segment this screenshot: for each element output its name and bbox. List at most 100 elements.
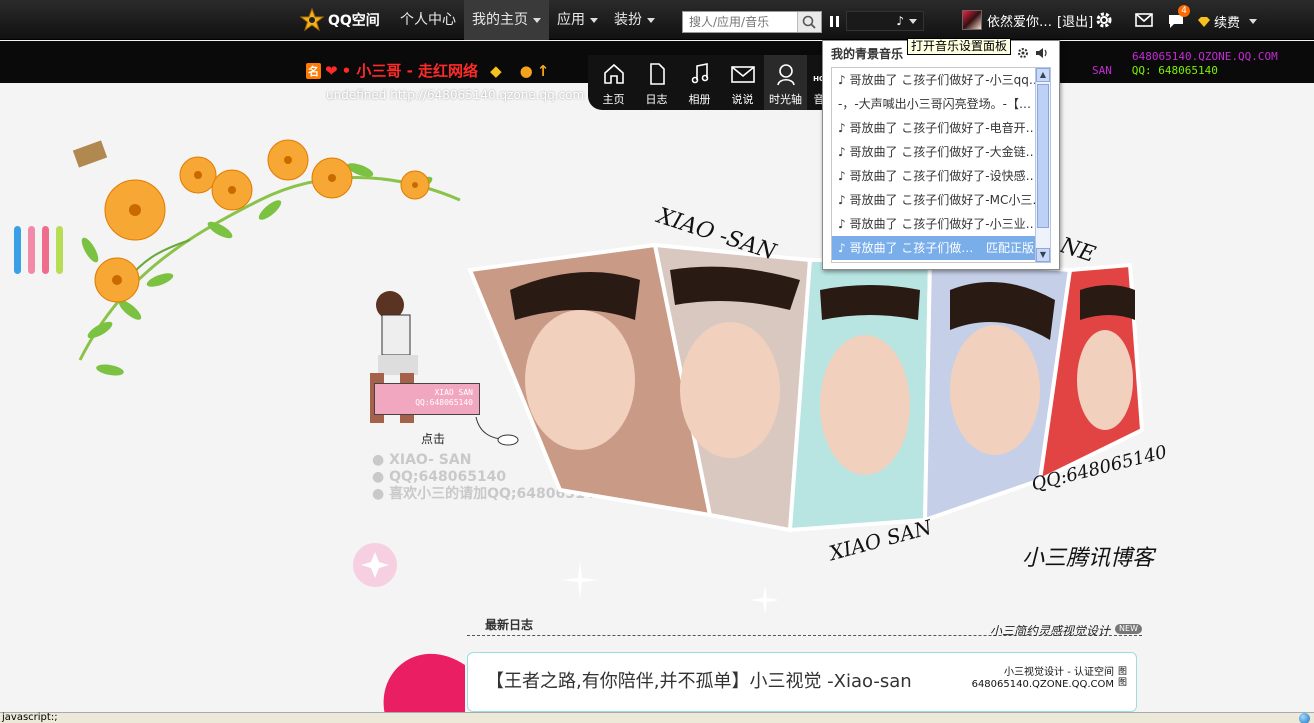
music-note-icon bbox=[691, 63, 708, 84]
space-title-text: • 小三哥 - 走红网络 bbox=[341, 62, 479, 80]
tool-icons: 4 bbox=[1096, 5, 1190, 30]
status-text: javascript:; bbox=[2, 712, 58, 723]
music-settings-tooltip: 打开音乐设置面板 bbox=[907, 38, 1012, 55]
stamp-line: 648065140.QZONE.QQ.COM bbox=[971, 679, 1114, 690]
section-album[interactable]: 相册 bbox=[678, 55, 721, 110]
name-badge: 名 bbox=[306, 62, 321, 79]
notification-badge: 4 bbox=[1178, 5, 1190, 17]
pause-icon[interactable] bbox=[828, 14, 840, 28]
match-official-link[interactable]: 匹配正版 bbox=[986, 236, 1034, 260]
latest-blog-tagline: 小三简约灵感视觉设计 bbox=[989, 624, 1110, 638]
track-scrollbar[interactable]: ▲ ▼ bbox=[1035, 67, 1051, 263]
chevron-down-icon bbox=[909, 19, 917, 24]
avatar[interactable] bbox=[962, 10, 982, 30]
qzone-logo[interactable]: QQ空间 bbox=[300, 8, 380, 32]
nav-label: 装扮 bbox=[614, 12, 642, 28]
track-item[interactable]: ♪ 哥放曲了 こ孩子们做好了-电音开… bbox=[832, 116, 1040, 140]
section-toolbar: 主页 日志 相册 说说 时光轴 HO 音 bbox=[588, 55, 831, 110]
header-domain: 648065140.QZONE.QQ.COM bbox=[1132, 50, 1278, 63]
latest-blog-title: 最新日志 bbox=[485, 618, 534, 632]
header-contact: 648065140.QZONE.QQ.COM SAN QQ: 648065140 bbox=[1062, 50, 1278, 78]
nav-apps[interactable]: 应用 bbox=[549, 0, 606, 40]
new-badge: NEW bbox=[1115, 624, 1142, 634]
space-title: 名 ❤ • 小三哥 - 走红网络 ◆ ● ↑ bbox=[306, 60, 549, 81]
search-box bbox=[682, 11, 822, 33]
header-qq: QQ: 648065140 bbox=[1131, 64, 1218, 77]
section-label: 主页 bbox=[602, 93, 625, 106]
track-item[interactable]: ♪ 哥放曲了 こ孩子们做好了-MC小三… bbox=[832, 188, 1040, 212]
nav-my-homepage[interactable]: 我的主页 bbox=[464, 0, 549, 40]
user-area: 依然爱你… [退出] bbox=[962, 10, 1093, 30]
search-button[interactable] bbox=[797, 12, 821, 32]
music-note-icon: ♪ bbox=[896, 14, 904, 28]
section-label: 相册 bbox=[688, 93, 711, 106]
chevron-down-icon bbox=[1249, 19, 1258, 24]
chevron-down-icon bbox=[590, 17, 598, 23]
scroll-thumb[interactable] bbox=[1037, 84, 1049, 228]
chevron-down-icon bbox=[533, 17, 541, 23]
track-item[interactable]: ♪ 哥放曲了 こ孩子们做好了-小三qq… bbox=[832, 68, 1040, 92]
section-blog[interactable]: 日志 bbox=[635, 55, 678, 110]
section-label: 日志 bbox=[645, 93, 668, 106]
section-label: 时光轴 bbox=[769, 93, 802, 106]
gear-icon[interactable] bbox=[1017, 47, 1029, 59]
mail-icon bbox=[730, 66, 755, 83]
section-timeline[interactable]: 时光轴 bbox=[764, 55, 807, 110]
scroll-down-icon[interactable]: ▼ bbox=[1036, 248, 1050, 262]
gear-icon[interactable] bbox=[1094, 10, 1114, 30]
music-title: 我的青景音乐 bbox=[831, 46, 904, 61]
main-nav: 个人中心 我的主页 应用 装扮 bbox=[392, 0, 663, 40]
scroll-up-icon[interactable]: ▲ bbox=[1036, 68, 1050, 82]
track-list: ♪ 哥放曲了 こ孩子们做好了-小三qq… -，-大声喊出小三哥闪亮登场。-【… … bbox=[831, 67, 1041, 263]
track-label: ♪ 哥放曲了 こ孩子们做… bbox=[838, 241, 974, 255]
chevron-down-icon bbox=[647, 17, 655, 23]
globe-icon bbox=[1299, 713, 1310, 723]
track-item[interactable]: ♪ 哥放曲了 こ孩子们做好了-设快感… bbox=[832, 164, 1040, 188]
blog-post-card[interactable]: 【王者之路,有你陪伴,并不孤单】小三视觉 -Xiao-san 小三视觉设计 - … bbox=[467, 652, 1137, 712]
heart-icon: ❤ bbox=[325, 61, 338, 80]
diamond-icon bbox=[1198, 16, 1210, 27]
renew-button[interactable]: 续费 bbox=[1198, 12, 1258, 31]
mail-icon[interactable] bbox=[1134, 10, 1154, 30]
logout-link[interactable]: [退出] bbox=[1057, 11, 1093, 30]
nav-decorate[interactable]: 装扮 bbox=[606, 0, 663, 40]
track-item-selected[interactable]: ♪ 哥放曲了 こ孩子们做… 匹配正版 bbox=[832, 236, 1040, 260]
renew-label: 续费 bbox=[1214, 16, 1241, 31]
search-input[interactable] bbox=[683, 12, 795, 32]
level-badge-icon: ● bbox=[519, 61, 533, 80]
nav-personal-center[interactable]: 个人中心 bbox=[392, 0, 464, 40]
person-icon bbox=[776, 64, 795, 86]
top-navbar: QQ空间 个人中心 我的主页 应用 装扮 ♪ 依然爱你… [退出] 4 bbox=[0, 0, 1314, 40]
music-player: ♪ bbox=[828, 11, 924, 31]
signature: 小三腾讯博客 bbox=[1022, 546, 1155, 571]
blog-stamp: 小三视觉设计 - 认证空间 648065140.QZONE.QQ.COM bbox=[972, 667, 1114, 691]
music-toggle[interactable]: ♪ bbox=[846, 11, 924, 31]
track-item[interactable]: ♪ 哥放曲了 こ孩子们做好了-小三业… bbox=[832, 212, 1040, 236]
track-item[interactable]: ♪ 哥放曲了 こ孩子们做好了-大金链… bbox=[832, 140, 1040, 164]
volume-icon[interactable] bbox=[1035, 47, 1049, 59]
stamp-line: 小三视觉设计 - 认证空间 bbox=[1004, 667, 1114, 678]
pink-sparkle-icon bbox=[353, 543, 397, 587]
star-logo-icon bbox=[300, 8, 324, 32]
sparkle-icon bbox=[560, 560, 600, 600]
search-icon bbox=[802, 15, 816, 29]
nav-label: 我的主页 bbox=[472, 12, 528, 28]
notification-bell[interactable]: 4 bbox=[1166, 5, 1190, 30]
nav-label: 应用 bbox=[557, 12, 585, 28]
section-home[interactable]: 主页 bbox=[592, 55, 635, 110]
section-says[interactable]: 说说 bbox=[721, 55, 764, 110]
up-arrow-icon: ↑ bbox=[536, 61, 550, 80]
logo-text: QQ空间 bbox=[328, 13, 380, 29]
track-item[interactable]: -，-大声喊出小三哥闪亮登场。-【… bbox=[832, 92, 1040, 116]
section-label: 说说 bbox=[731, 93, 754, 106]
color-bars bbox=[14, 226, 63, 274]
header-san: SAN bbox=[1092, 64, 1112, 77]
browser-status-bar: javascript:; bbox=[0, 712, 1314, 723]
blog-stamp-side: 图图 bbox=[1118, 667, 1128, 688]
document-icon bbox=[649, 63, 665, 85]
home-icon bbox=[603, 63, 624, 84]
blog-post-title[interactable]: 【王者之路,有你陪伴,并不孤单】小三视觉 -Xiao-san bbox=[486, 667, 912, 693]
user-name[interactable]: 依然爱你… bbox=[987, 11, 1052, 30]
space-url[interactable]: undefined http://648065140.qzone.qq.com bbox=[326, 88, 584, 102]
sparkle-icon bbox=[750, 585, 780, 615]
